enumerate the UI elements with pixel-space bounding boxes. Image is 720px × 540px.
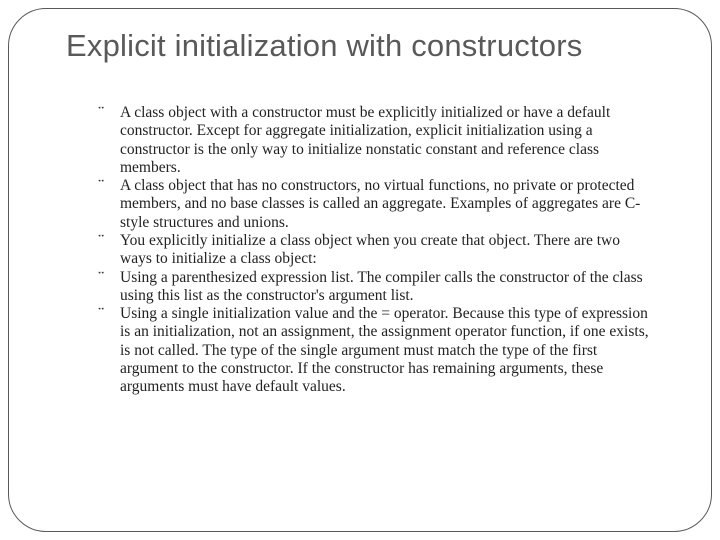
bullet-text: Using a parenthesized expression list. T… [120,269,654,306]
bullet-icon: ་་ [98,233,120,251]
bullet-text: You explicitly initialize a class object… [120,232,654,269]
slide-content: ་་ A class object with a constructor mus… [98,104,654,397]
list-item: ་་ Using a parenthesized expression list… [98,269,654,306]
list-item: ་་ A class object that has no constructo… [98,177,654,232]
slide: Explicit initialization with constructor… [0,0,720,540]
bullet-icon: ་་ [98,306,120,324]
bullet-icon: ་་ [98,178,120,196]
bullet-text: Using a single initialization value and … [120,305,654,396]
slide-title: Explicit initialization with constructor… [66,28,688,64]
bullet-text: A class object with a constructor must b… [120,104,654,177]
list-item: ་་ A class object with a constructor mus… [98,104,654,177]
bullet-text: A class object that has no constructors,… [120,177,654,232]
list-item: ་་ You explicitly initialize a class obj… [98,232,654,269]
bullet-icon: ་་ [98,105,120,123]
bullet-icon: ་་ [98,270,120,288]
list-item: ་་ Using a single initialization value a… [98,305,654,396]
